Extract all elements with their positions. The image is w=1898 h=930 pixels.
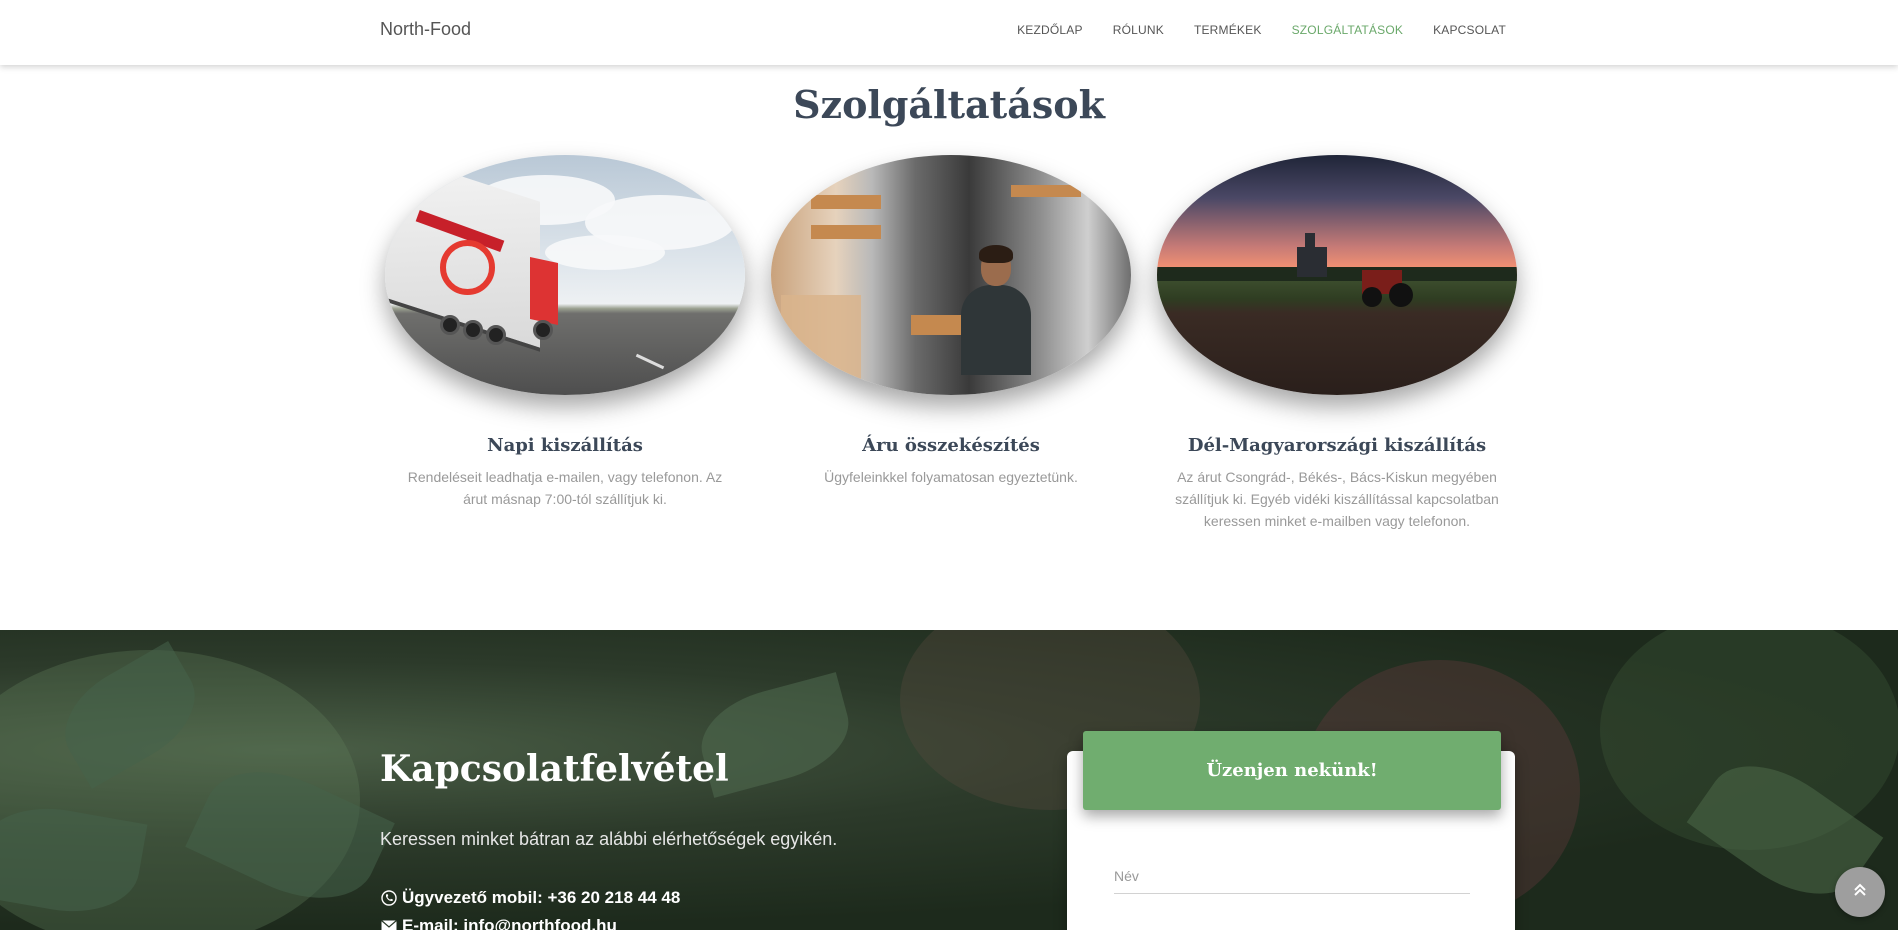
services-title: Szolgáltatások xyxy=(793,82,1105,127)
warehouse-image xyxy=(771,155,1131,395)
service-title-preparation: Áru összekészítés xyxy=(862,435,1040,456)
service-title-delivery: Napi kiszállítás xyxy=(487,435,643,456)
contact-title: Kapcsolatfelvétel xyxy=(380,748,729,790)
phone-icon xyxy=(380,889,398,907)
nav-item-kezdolap[interactable]: KEZDŐLAP xyxy=(1017,23,1083,37)
service-card-south-delivery: Dél-Magyarországi kiszállítás Az árut Cs… xyxy=(1157,155,1517,532)
contact-phone-text: Ügyvezető mobil: +36 20 218 44 48 xyxy=(402,888,681,907)
double-chevron-up-icon xyxy=(1851,881,1869,904)
service-text-delivery: Rendeléseit leadhatja e-mailen, vagy tel… xyxy=(407,469,723,507)
envelope-icon xyxy=(380,917,398,930)
name-input[interactable] xyxy=(1114,858,1470,894)
contact-form-header: Üzenjen nekünk! xyxy=(1083,731,1501,810)
nav-item-kapcsolat[interactable]: KAPCSOLAT xyxy=(1433,23,1506,37)
nav-item-rolunk[interactable]: RÓLUNK xyxy=(1113,23,1164,37)
brand-logo[interactable]: North-Food xyxy=(380,19,471,40)
service-title-south-delivery: Dél-Magyarországi kiszállítás xyxy=(1187,435,1487,456)
contact-phone[interactable]: Ügyvezető mobil: +36 20 218 44 48 xyxy=(380,888,680,908)
contact-section xyxy=(0,630,1898,930)
service-card-delivery: Napi kiszállítás Rendeléseit leadhatja e… xyxy=(385,155,745,510)
contact-email-text: E-mail: info@northfood.hu xyxy=(402,916,617,930)
scroll-to-top-button[interactable] xyxy=(1835,867,1885,917)
navbar: North-Food KEZDŐLAP RÓLUNK TERMÉKEK SZOL… xyxy=(0,0,1898,65)
service-text-preparation: Ügyfeleinkkel folyamatosan egyeztetünk. xyxy=(824,469,1078,485)
nav-item-termekek[interactable]: TERMÉKEK xyxy=(1194,23,1262,37)
truck-image xyxy=(385,155,745,395)
nav-item-szolgaltatasok[interactable]: SZOLGÁLTATÁSOK xyxy=(1292,23,1404,37)
contact-subtitle: Keressen minket bátran az alábbi elérhet… xyxy=(380,829,838,849)
service-text-south-delivery: Az árut Csongrád-, Békés-, Bács-Kiskun m… xyxy=(1175,469,1499,529)
main-nav: KEZDŐLAP RÓLUNK TERMÉKEK SZOLGÁLTATÁSOK … xyxy=(1017,23,1506,37)
tractor-field-image xyxy=(1157,155,1517,395)
contact-email[interactable]: E-mail: info@northfood.hu xyxy=(380,916,617,930)
service-card-preparation: Áru összekészítés Ügyfeleinkkel folyamat… xyxy=(771,155,1131,488)
